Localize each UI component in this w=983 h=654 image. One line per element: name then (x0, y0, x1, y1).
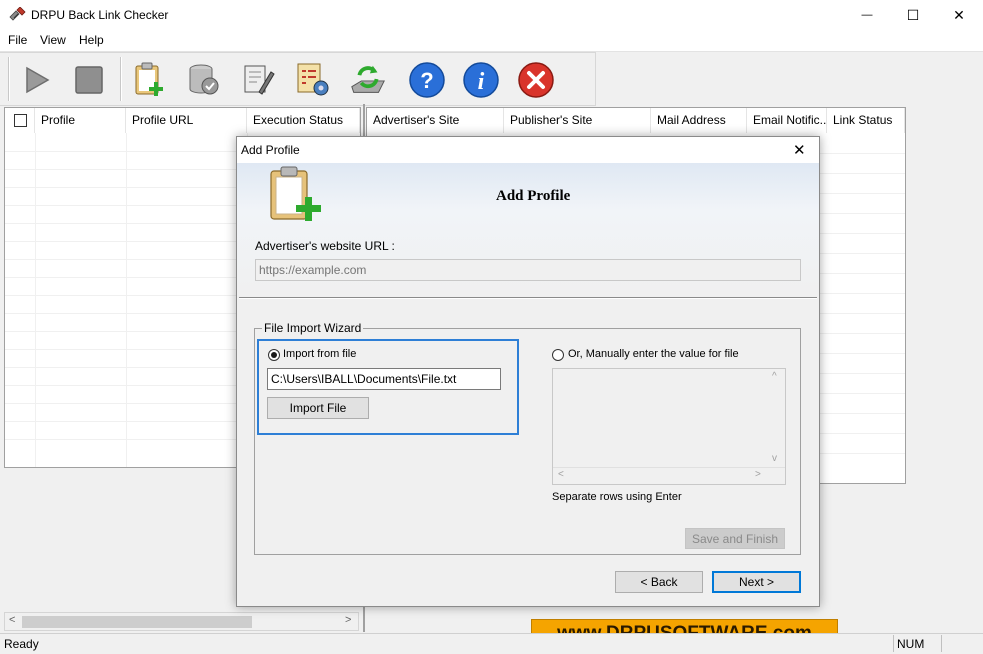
url-input[interactable] (255, 259, 801, 281)
scroll-left-icon[interactable]: < (558, 469, 564, 480)
settings-icon (297, 63, 329, 96)
scroll-left-icon[interactable]: < (9, 614, 15, 626)
menu-help[interactable]: Help (79, 33, 104, 47)
toolbar-separator (120, 57, 122, 101)
minimize-button[interactable]: — (844, 0, 890, 30)
exit-button[interactable] (516, 60, 556, 100)
stop-icon (75, 66, 103, 94)
select-all-checkbox[interactable] (14, 114, 27, 128)
group-title: File Import Wizard (262, 321, 364, 335)
import-from-file-radio[interactable] (268, 349, 280, 361)
status-text: Ready (4, 637, 39, 651)
start-button[interactable] (16, 60, 56, 100)
dialog-heading: Add Profile (496, 188, 571, 204)
help-icon: ? (409, 62, 445, 98)
column-header-profile-url[interactable]: Profile URL (126, 108, 247, 133)
import-from-file-label[interactable]: Import from file (283, 348, 356, 360)
column-header-email-notification[interactable]: Email Notific... (747, 108, 827, 133)
url-label: Advertiser's website URL : (255, 239, 395, 253)
info-button[interactable]: i (461, 60, 501, 100)
add-profile-button[interactable] (130, 60, 170, 100)
manual-entry-label[interactable]: Or, Manually enter the value for file (568, 348, 739, 360)
column-header-publishers-site[interactable]: Publisher's Site (504, 108, 651, 133)
play-icon (26, 66, 50, 94)
toolbar-separator (8, 57, 10, 101)
dialog-close-icon[interactable]: ✕ (793, 141, 806, 159)
app-icon (9, 7, 26, 21)
import-file-button[interactable]: Import File (267, 397, 369, 419)
column-header-profile[interactable]: Profile (35, 108, 126, 133)
minimize-icon: — (861, 9, 873, 21)
window-title: DRPU Back Link Checker (31, 8, 169, 22)
scroll-down-icon[interactable]: v (772, 453, 777, 464)
column-header-link-status[interactable]: Link Status (827, 108, 905, 133)
scroll-up-icon[interactable]: ^ (772, 371, 777, 382)
title-bar: DRPU Back Link Checker — ☐ ✕ (0, 0, 983, 30)
exit-icon (518, 62, 554, 98)
num-lock-indicator: NUM (897, 637, 925, 651)
next-button[interactable]: Next > (712, 571, 801, 593)
info-icon: i (463, 62, 499, 98)
horizontal-scrollbar[interactable]: < > (4, 612, 359, 631)
svg-text:i: i (478, 69, 485, 95)
database-icon (189, 64, 219, 95)
dialog-header-banner: Add Profile Advertiser's website URL : (237, 163, 819, 297)
maximize-icon: ☐ (906, 6, 920, 23)
textarea-horizontal-scrollbar[interactable]: < > (553, 467, 785, 485)
back-button[interactable]: < Back (615, 571, 703, 593)
add-profile-icon (135, 62, 163, 96)
maximize-button[interactable]: ☐ (890, 0, 936, 30)
dialog-title: Add Profile (241, 143, 300, 157)
column-header-execution-status[interactable]: Execution Status (247, 108, 360, 133)
toolbar: ? i (0, 52, 596, 106)
menu-file[interactable]: File (8, 33, 27, 47)
manual-entry-textarea[interactable]: ^ v < > (552, 368, 786, 485)
grid-line (35, 133, 36, 467)
file-path-input[interactable] (267, 368, 501, 390)
status-panel-num: NUM (893, 635, 942, 652)
status-bar: Ready NUM (0, 633, 983, 654)
dialog-title-bar: Add Profile ✕ (237, 137, 819, 163)
scroll-right-icon[interactable]: > (755, 469, 761, 480)
column-header-advertisers-site[interactable]: Advertiser's Site (367, 108, 504, 133)
close-button[interactable]: ✕ (936, 0, 982, 30)
divider (239, 298, 817, 299)
close-icon: ✕ (953, 6, 965, 23)
menu-view[interactable]: View (40, 33, 66, 47)
scrollbar-thumb[interactable] (22, 616, 252, 628)
report-icon (244, 65, 275, 95)
separate-rows-hint: Separate rows using Enter (552, 491, 682, 503)
status-panel-divider (941, 635, 942, 652)
column-header-mail-address[interactable]: Mail Address (651, 108, 747, 133)
clipboard-add-icon (270, 166, 321, 221)
help-button[interactable]: ? (407, 60, 447, 100)
menu-bar: File View Help (0, 30, 983, 52)
settings-button[interactable] (293, 60, 333, 100)
save-and-finish-button[interactable]: Save and Finish (685, 528, 785, 549)
manual-entry-radio[interactable] (552, 349, 564, 361)
select-all-header (5, 108, 35, 133)
radio-dot (271, 352, 277, 358)
refresh-icon (351, 65, 385, 93)
stop-button[interactable] (69, 60, 109, 100)
report-button[interactable] (239, 60, 279, 100)
database-button[interactable] (184, 60, 224, 100)
add-profile-dialog: Add Profile ✕ Add Profile Advertiser's w… (236, 136, 820, 607)
grid-line (126, 133, 127, 467)
svg-text:?: ? (420, 68, 433, 93)
refresh-button[interactable] (348, 60, 388, 100)
scroll-right-icon[interactable]: > (345, 614, 351, 626)
